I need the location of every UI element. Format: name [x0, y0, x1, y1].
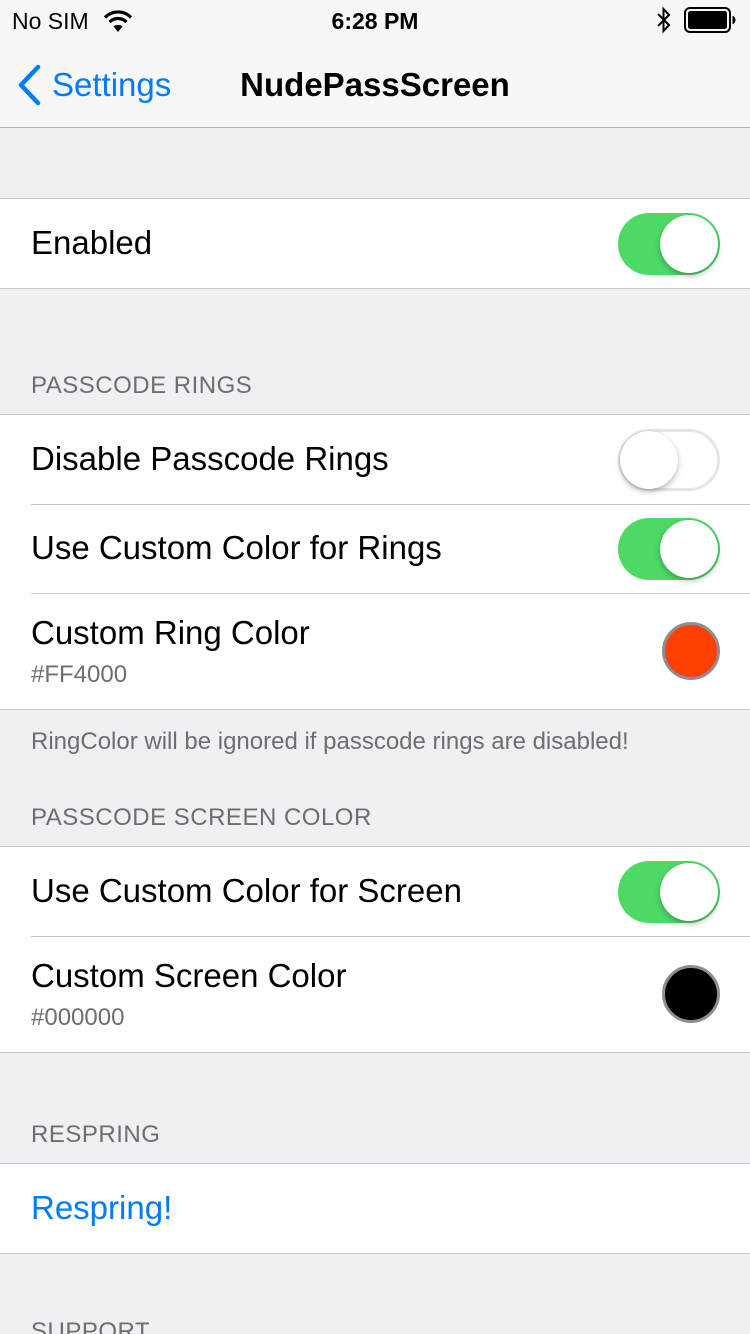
passcode-rings-group: Disable Passcode Rings Use Custom Color …: [0, 414, 750, 710]
support-header: SUPPORT: [31, 1318, 151, 1334]
respring-header: RESPRING: [31, 1121, 161, 1148]
toggle-knob: [660, 215, 718, 273]
enabled-toggle[interactable]: [618, 213, 720, 275]
custom-screen-color-toggle[interactable]: [618, 861, 720, 923]
screen-color-value: #000000: [31, 1004, 125, 1031]
respring-cell[interactable]: Respring!: [0, 1164, 750, 1253]
toggle-knob: [660, 863, 718, 921]
toggle-knob: [660, 520, 718, 578]
screen-color-label: Custom Screen Color: [31, 957, 347, 994]
disable-rings-toggle[interactable]: [618, 429, 720, 491]
custom-ring-color-toggle-label: Use Custom Color for Rings: [31, 529, 442, 566]
custom-screen-color-toggle-label: Use Custom Color for Screen: [31, 872, 462, 909]
ring-color-swatch[interactable]: [662, 622, 720, 680]
settings-page: No SIM 6:28 PM Settings NudePassScreen E…: [0, 0, 750, 1334]
screen-color-cell[interactable]: Custom Screen Color #000000: [0, 936, 750, 1052]
bluetooth-icon: [657, 6, 671, 34]
enabled-group: Enabled: [0, 198, 750, 289]
status-time: 6:28 PM: [331, 8, 419, 34]
page-title: NudePassScreen: [240, 66, 510, 103]
toggle-knob: [620, 431, 678, 489]
ring-color-value: #FF4000: [31, 661, 128, 688]
custom-ring-color-toggle-cell: Use Custom Color for Rings: [0, 504, 750, 593]
disable-rings-label: Disable Passcode Rings: [31, 440, 389, 477]
custom-screen-color-toggle-cell: Use Custom Color for Screen: [0, 847, 750, 936]
ring-color-label: Custom Ring Color: [31, 614, 310, 651]
enabled-cell: Enabled: [0, 199, 750, 288]
screen-color-header: PASSCODE SCREEN COLOR: [31, 804, 372, 831]
screen-color-swatch[interactable]: [662, 965, 720, 1023]
passcode-rings-header: PASSCODE RINGS: [31, 372, 253, 399]
battery-icon: [684, 7, 736, 33]
disable-rings-cell: Disable Passcode Rings: [0, 415, 750, 504]
ring-color-cell[interactable]: Custom Ring Color #FF4000: [0, 593, 750, 709]
custom-ring-color-toggle[interactable]: [618, 518, 720, 580]
respring-button[interactable]: Respring!: [31, 1189, 172, 1227]
rings-footer-note: RingColor will be ignored if passcode ri…: [31, 728, 629, 755]
respring-group: Respring!: [0, 1163, 750, 1254]
navigation-bar: Settings NudePassScreen: [0, 40, 750, 128]
screen-color-group: Use Custom Color for Screen Custom Scree…: [0, 846, 750, 1053]
enabled-label: Enabled: [31, 224, 153, 261]
status-bar: No SIM 6:28 PM: [0, 0, 750, 40]
